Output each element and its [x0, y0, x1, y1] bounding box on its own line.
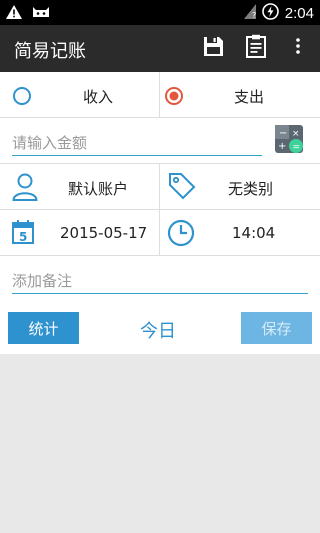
svg-text:+: +	[278, 141, 286, 152]
overflow-menu-button[interactable]	[288, 35, 308, 61]
app-bar: 简易记账	[0, 25, 320, 72]
calculator-icon: − × + =	[274, 124, 304, 158]
save-button[interactable]: 保存	[241, 312, 312, 344]
category-selector[interactable]: 无类别	[160, 164, 320, 209]
svg-text:−: −	[279, 128, 287, 139]
person-icon	[12, 173, 38, 201]
amount-row: 请输入金额 − × + =	[0, 118, 320, 164]
note-input[interactable]: 添加备注	[12, 270, 308, 294]
income-label: 收入	[83, 88, 114, 106]
status-bar: ? 2:04	[0, 0, 320, 25]
svg-text:?: ?	[252, 11, 256, 19]
category-label: 无类别	[228, 180, 274, 198]
expense-option[interactable]: 支出	[160, 72, 320, 117]
clipboard-action-button[interactable]	[243, 34, 269, 62]
app-title: 简易记账	[14, 41, 86, 62]
battery-charging-icon	[261, 3, 279, 24]
radio-checked-icon	[164, 86, 184, 106]
warning-icon	[6, 4, 22, 23]
tag-icon	[168, 172, 196, 200]
today-button[interactable]: 今日	[140, 317, 176, 343]
radio-unchecked-icon	[12, 86, 32, 106]
svg-text:=: =	[293, 143, 301, 153]
signal-icon: ?	[243, 4, 256, 23]
stats-button[interactable]: 统计	[8, 312, 79, 344]
income-option[interactable]: 收入	[0, 72, 159, 117]
amount-input[interactable]: 请输入金额	[12, 132, 262, 156]
calculator-button[interactable]: − × + =	[274, 124, 304, 158]
note-row: 添加备注	[0, 256, 320, 302]
floppy-disk-icon	[203, 36, 224, 61]
expense-label: 支出	[234, 88, 265, 106]
datetime-row: 5 2015-05-17 14:04	[0, 210, 320, 256]
date-value: 2015-05-17	[60, 224, 148, 242]
svg-text:×: ×	[292, 129, 300, 139]
empty-area	[0, 354, 320, 533]
status-time: 2:04	[284, 5, 314, 22]
account-category-row: 默认账户 无类别	[0, 164, 320, 210]
android-debug-icon	[32, 4, 50, 23]
date-selector[interactable]: 5 2015-05-17	[0, 210, 159, 255]
more-vertical-icon	[296, 38, 300, 58]
clock-icon	[167, 219, 195, 247]
account-selector[interactable]: 默认账户	[0, 164, 159, 209]
clipboard-icon	[246, 34, 266, 62]
account-label: 默认账户	[68, 180, 129, 198]
record-form: 收入 支出 请输入金额 − × + = 默认账户 无类别 5 2015-05-1…	[0, 72, 320, 354]
time-selector[interactable]: 14:04	[160, 210, 320, 255]
save-action-button[interactable]	[200, 35, 226, 61]
time-value: 14:04	[232, 224, 276, 242]
type-selector-row: 收入 支出	[0, 72, 320, 118]
calendar-day: 5	[19, 230, 28, 244]
